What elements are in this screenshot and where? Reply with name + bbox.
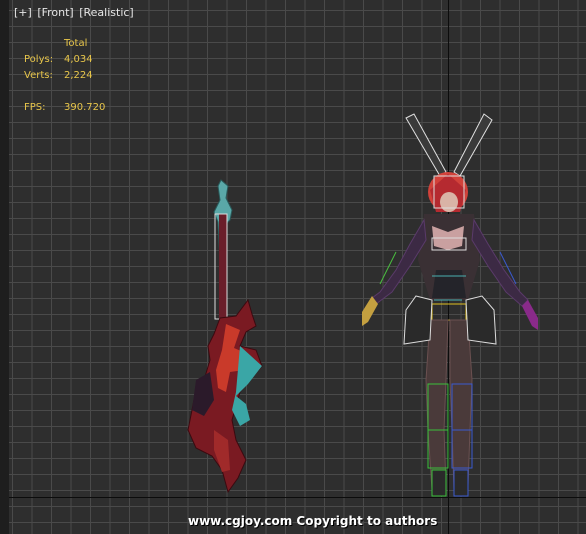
viewport-front[interactable]: [+] [Front] [Realistic] Total Polys: 4,03… xyxy=(0,0,586,534)
character-head xyxy=(428,172,468,212)
character-model[interactable] xyxy=(0,0,586,534)
watermark-text: www.cgjoy.com Copyright to authors xyxy=(188,514,438,528)
character-legs xyxy=(425,319,473,497)
character-weapons-back xyxy=(405,113,493,177)
